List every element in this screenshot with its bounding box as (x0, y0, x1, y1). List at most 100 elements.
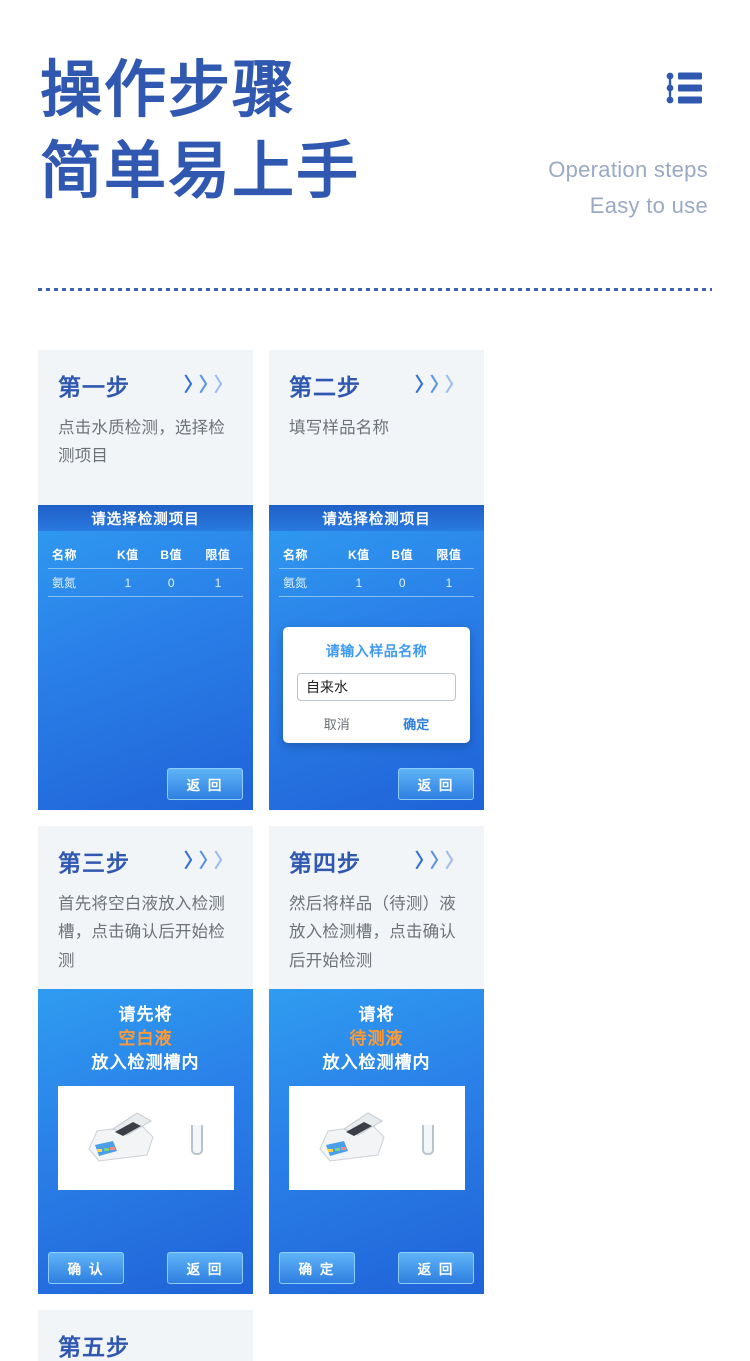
col-name: 名称 (283, 548, 309, 562)
table-header-row: 名称 K值 B值 限值 (279, 543, 474, 569)
screen-1-buttons: 返 回 (48, 768, 243, 800)
screen-2-body: 名称 K值 B值 限值 氨氮 1 0 1 请输入样品名称 自来水 取消 确定 返… (269, 531, 484, 810)
dialog-title: 请输入样品名称 (325, 643, 428, 659)
back-button[interactable]: 返 回 (398, 1252, 474, 1285)
col-limit: 限值 (205, 548, 231, 562)
prompt-line2-highlight: 待测液 (349, 1029, 404, 1049)
photo-corner-decoration (290, 1087, 310, 1099)
detection-items-table-2: 名称 K值 B值 限值 氨氮 1 0 1 (279, 543, 474, 597)
cell-b: 0 (398, 575, 406, 590)
cell-k: 1 (355, 575, 363, 590)
prompt-line2-highlight: 空白液 (118, 1029, 173, 1049)
confirm-button[interactable]: 确 定 (279, 1252, 355, 1285)
step-1-desc: 点击水质检测，选择检测项目 (58, 419, 225, 466)
cuvette-icon (421, 1124, 434, 1155)
step-1-text: 第一步 〉 〉 〉 点击水质检测，选择检测项目 (38, 350, 253, 505)
step-3-text: 第三步 〉 〉 〉 首先将空白液放入检测槽，点击确认后开始检测 (38, 826, 253, 990)
header-divider (38, 288, 712, 291)
sample-name-dialog: 请输入样品名称 取消 确定 (283, 627, 470, 743)
step-4-text: 第四步 〉 〉 〉 然后将样品（待测）液放入检测槽，点击确认后开始检测 (269, 826, 484, 990)
back-button[interactable]: 返 回 (398, 768, 474, 800)
step-2-screenshot: 请选择检测项目 名称 K值 B值 限值 氨氮 1 0 1 请输入样品名称 自来水… (269, 505, 484, 810)
back-button[interactable]: 返 回 (167, 1252, 243, 1285)
confirm-button[interactable]: 确定 (403, 714, 429, 733)
step-3-head: 第三步 〉 〉 〉 (58, 844, 233, 878)
cell-name: 氨氮 (283, 576, 308, 590)
step-1-title: 第一步 (58, 374, 130, 400)
screen-4-body: 请将 待测液 放入检测槽内 确 定 返 回 (269, 989, 484, 1294)
step-2-title: 第二步 (289, 374, 361, 400)
blank-liquid-prompt: 请先将 空白液 放入检测槽内 (48, 997, 243, 1075)
step-2-desc: 填写样品名称 (289, 419, 390, 437)
analyzer-device-icon (318, 1111, 385, 1162)
page-root: 操作步骤 简单易上手 Operation steps Easy to use 第… (0, 0, 750, 1361)
dialog-actions: 取消 确定 (297, 714, 456, 733)
step-4-screenshot: 请将 待测液 放入检测槽内 确 定 返 回 (269, 989, 484, 1295)
table-header-row: 名称 K值 B值 限值 (48, 543, 243, 569)
step-card-5: 第五步 检测完成后显示检测结果，检测结果会自动保存 检测结果 检测项目 氨氮 检… (38, 1310, 253, 1361)
col-b: B值 (391, 548, 414, 562)
step-5-title: 第五步 (58, 1334, 130, 1361)
screen-2-titlebar: 请选择检测项目 (269, 505, 484, 531)
header-subtitle-en: Operation steps Easy to use (548, 152, 708, 223)
detection-items-table-1: 名称 K值 B值 限值 氨氮 1 0 1 (48, 543, 243, 597)
cell-k: 1 (124, 575, 132, 590)
cancel-button[interactable]: 取消 (324, 714, 350, 733)
step-3-title: 第三步 (58, 850, 130, 876)
prompt-line1: 请将 (358, 1005, 395, 1025)
back-button[interactable]: 返 回 (167, 768, 243, 800)
chevron-right-icon: 〉 〉 〉 (415, 850, 464, 872)
step-card-3: 第三步 〉 〉 〉 首先将空白液放入检测槽，点击确认后开始检测 请先将 空白液 … (38, 826, 253, 1295)
prompt-line3: 放入检测槽内 (322, 1053, 431, 1073)
subtitle-en-line2: Easy to use (589, 192, 708, 218)
col-k: K值 (116, 548, 139, 562)
chevron-right-icon: 〉 〉 〉 (184, 850, 233, 872)
analyzer-device-icon (87, 1111, 154, 1162)
sample-name-input[interactable] (297, 673, 456, 701)
step-5-head: 第五步 (58, 1328, 233, 1361)
photo-corner-decoration (59, 1087, 79, 1099)
chevron-3: 〉 (213, 850, 233, 872)
steps-list-icon (666, 72, 702, 104)
step-5-text: 第五步 检测完成后显示检测结果，检测结果会自动保存 (38, 1310, 253, 1361)
step-card-4: 第四步 〉 〉 〉 然后将样品（待测）液放入检测槽，点击确认后开始检测 请将 待… (269, 826, 484, 1295)
cell-limit: 1 (445, 575, 453, 590)
step-2-head: 第二步 〉 〉 〉 (289, 368, 464, 402)
page-header: 操作步骤 简单易上手 Operation steps Easy to use (0, 0, 750, 291)
chevron-3: 〉 (213, 374, 233, 396)
screen-4-buttons: 确 定 返 回 (279, 1252, 474, 1285)
col-name: 名称 (52, 548, 78, 562)
screen-3-buttons: 确 认 返 回 (48, 1252, 243, 1285)
chevron-3: 〉 (444, 374, 464, 396)
device-photo (288, 1085, 465, 1190)
cell-name: 氨氮 (52, 576, 77, 590)
step-4-head: 第四步 〉 〉 〉 (289, 844, 464, 878)
screen-3-body: 请先将 空白液 放入检测槽内 确 认 返 回 (38, 989, 253, 1294)
step-card-2: 第二步 〉 〉 〉 填写样品名称 请选择检测项目 名称 K值 B值 限值 氨氮 … (269, 350, 484, 810)
cell-limit: 1 (214, 575, 222, 590)
cell-b: 0 (167, 575, 175, 590)
sample-liquid-prompt: 请将 待测液 放入检测槽内 (279, 997, 474, 1075)
confirm-button[interactable]: 确 认 (48, 1252, 124, 1285)
col-limit: 限值 (436, 548, 462, 562)
screen-2-buttons: 返 回 (279, 768, 474, 800)
step-4-desc: 然后将样品（待测）液放入检测槽，点击确认后开始检测 (289, 895, 456, 970)
subtitle-en-line1: Operation steps (548, 157, 708, 182)
page-title-line1: 操作步骤 (40, 57, 297, 125)
table-row[interactable]: 氨氮 1 0 1 (48, 568, 243, 597)
step-2-text: 第二步 〉 〉 〉 填写样品名称 (269, 350, 484, 505)
cuvette-icon (190, 1124, 203, 1155)
prompt-line3: 放入检测槽内 (91, 1053, 200, 1073)
step-3-screenshot: 请先将 空白液 放入检测槽内 确 认 返 回 (38, 989, 253, 1295)
col-k: K值 (347, 548, 370, 562)
screen-1-body: 名称 K值 B值 限值 氨氮 1 0 1 返 回 (38, 531, 253, 810)
table-row[interactable]: 氨氮 1 0 1 (279, 568, 474, 597)
steps-grid: 第一步 〉 〉 〉 点击水质检测，选择检测项目 请选择检测项目 名称 K值 B值… (38, 350, 714, 1361)
step-4-title: 第四步 (289, 850, 361, 876)
screen-1-titlebar: 请选择检测项目 (38, 505, 253, 531)
step-1-head: 第一步 〉 〉 〉 (58, 368, 233, 402)
chevron-right-icon: 〉 〉 〉 (415, 374, 464, 396)
chevron-3: 〉 (444, 850, 464, 872)
device-photo (57, 1085, 234, 1190)
col-b: B值 (160, 548, 183, 562)
